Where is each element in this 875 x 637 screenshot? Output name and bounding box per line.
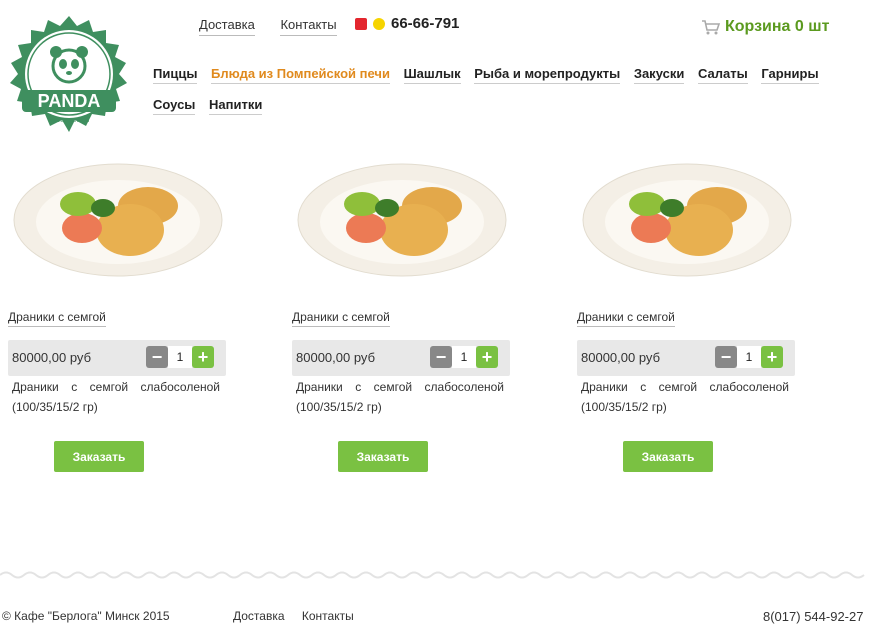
footer-links: Доставка Контакты — [233, 609, 368, 623]
product-image[interactable] — [292, 160, 507, 282]
nav-item-drinks[interactable]: Напитки — [209, 97, 263, 115]
panda-logo[interactable]: PANDA www.the-panda.ru — [2, 14, 136, 140]
product-card: Драники с семгой 80000,00 руб − 1 + Дран… — [577, 160, 795, 472]
quantity-input[interactable]: 1 — [737, 346, 761, 368]
product-name[interactable]: Драники с семгой — [577, 310, 675, 327]
quantity-stepper: − 1 + — [430, 346, 498, 368]
nav-item-sides[interactable]: Гарниры — [761, 66, 819, 84]
footer-divider — [0, 571, 865, 579]
top-links: Доставка Контакты — [199, 17, 359, 36]
order-button[interactable]: Заказать — [54, 441, 144, 472]
footer-link-delivery[interactable]: Доставка — [233, 609, 285, 623]
phone-number: 66-66-791 — [391, 15, 460, 32]
footer-phone: 8(017) 544-92-27 — [763, 609, 864, 624]
quantity-input[interactable]: 1 — [168, 346, 192, 368]
product-name[interactable]: Драники с семгой — [8, 310, 106, 327]
footer-link-contacts[interactable]: Контакты — [302, 609, 354, 623]
cart-link[interactable]: Корзина 0 шт — [701, 18, 829, 36]
cart-label: Корзина 0 шт — [725, 18, 830, 35]
operator-velcom-icon — [373, 17, 385, 30]
quantity-stepper: − 1 + — [146, 346, 214, 368]
product-price: 80000,00 руб — [581, 350, 661, 365]
logo-brand: PANDA — [38, 91, 101, 111]
product-image[interactable] — [577, 160, 792, 282]
product-price: 80000,00 руб — [12, 350, 92, 365]
minus-icon[interactable]: − — [146, 346, 168, 368]
top-link-contacts[interactable]: Контакты — [280, 17, 337, 36]
cart-icon — [702, 20, 721, 35]
quantity-stepper: − 1 + — [715, 346, 783, 368]
header-phone: 66-66-791 — [355, 15, 459, 32]
product-description: Драники с семгой слабосоленой (100/35/15… — [12, 380, 220, 414]
minus-icon[interactable]: − — [430, 346, 452, 368]
product-price: 80000,00 руб — [296, 350, 376, 365]
order-button[interactable]: Заказать — [623, 441, 713, 472]
product-card: Драники с семгой 80000,00 руб − 1 + Дран… — [8, 160, 226, 472]
nav-item-pizza[interactable]: Пиццы — [153, 66, 198, 84]
quantity-input[interactable]: 1 — [452, 346, 476, 368]
product-name[interactable]: Драники с семгой — [292, 310, 390, 327]
price-bar: 80000,00 руб − 1 + — [577, 340, 795, 376]
product-card: Драники с семгой 80000,00 руб − 1 + Дран… — [292, 160, 510, 472]
product-image[interactable] — [8, 160, 223, 282]
plus-icon[interactable]: + — [476, 346, 498, 368]
nav-item-seafood[interactable]: Рыба и морепродукты — [474, 66, 621, 84]
nav-item-salads[interactable]: Салаты — [697, 66, 748, 84]
product-description: Драники с семгой слабосоленой (100/35/15… — [581, 380, 789, 414]
plus-icon[interactable]: + — [761, 346, 783, 368]
plus-icon[interactable]: + — [192, 346, 214, 368]
footer-copyright: © Кафе "Берлога" Минск 2015 — [2, 609, 170, 623]
order-button[interactable]: Заказать — [338, 441, 428, 472]
nav-item-pompeii-oven[interactable]: Блюда из Помпейской печи — [211, 66, 390, 84]
price-bar: 80000,00 руб − 1 + — [8, 340, 226, 376]
product-description: Драники с семгой слабосоленой (100/35/15… — [296, 380, 504, 414]
main-nav: Пиццы Блюда из Помпейской печи Шашлык Ры… — [153, 58, 853, 120]
nav-item-appetizers[interactable]: Закуски — [633, 66, 685, 84]
nav-item-sauces[interactable]: Соусы — [153, 97, 196, 115]
minus-icon[interactable]: − — [715, 346, 737, 368]
nav-item-shashlik[interactable]: Шашлык — [403, 66, 461, 84]
operator-mts-icon — [355, 17, 367, 30]
logo-url: www.the-panda.ru — [49, 118, 90, 124]
top-link-delivery[interactable]: Доставка — [199, 17, 255, 36]
price-bar: 80000,00 руб − 1 + — [292, 340, 510, 376]
